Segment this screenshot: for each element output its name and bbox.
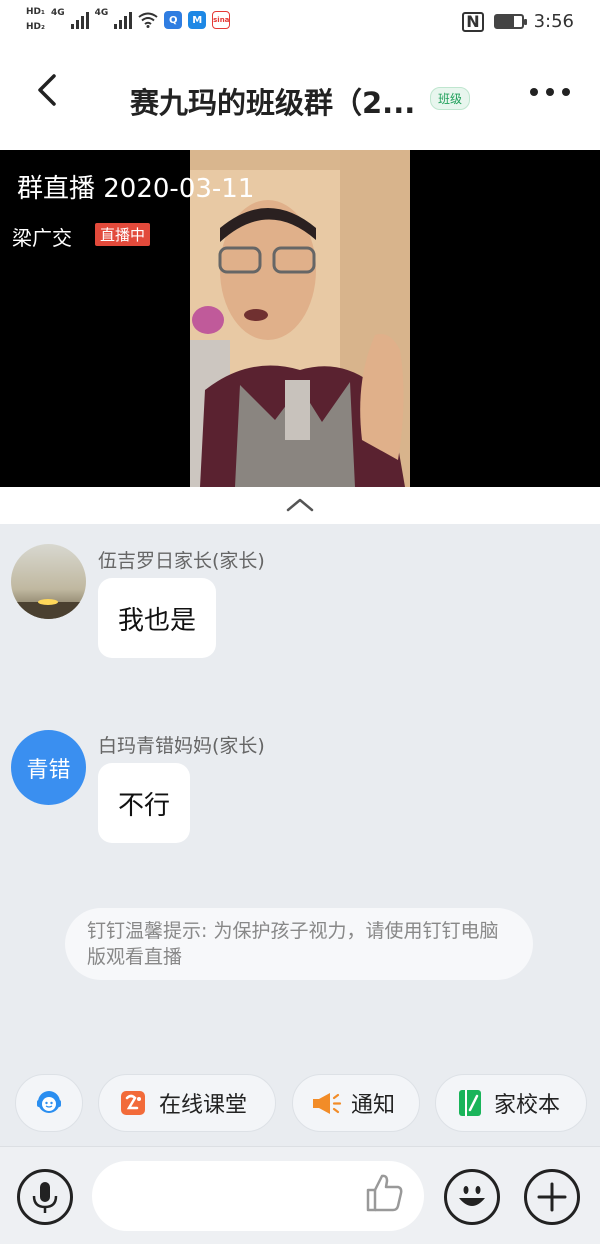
signal-icon [70, 11, 89, 29]
collapse-bar [0, 487, 600, 524]
homework-book-button[interactable]: 家校本 [435, 1074, 587, 1132]
sender-name: 伍吉罗日家长(家长) [98, 550, 265, 572]
plus-icon [537, 1182, 567, 1212]
emoji-button[interactable] [444, 1169, 500, 1225]
avatar-sunset-icon[interactable] [11, 544, 86, 619]
app-notification-icon: Q [164, 11, 183, 29]
battery-icon [493, 14, 527, 29]
network-label-2: 4G [94, 8, 109, 18]
status-icons-right: N 3:56 [462, 11, 574, 32]
host-name: 梁广交 [12, 226, 72, 250]
status-icons-left: HD₁ HD₂ 4G 4G Q M sina [26, 7, 231, 32]
microphone-icon [32, 1182, 58, 1213]
voice-input-button[interactable] [17, 1169, 73, 1225]
notice-button[interactable]: 通知 [292, 1074, 420, 1132]
online-class-label: 在线课堂 [159, 1093, 248, 1118]
clock: 3:56 [533, 11, 574, 32]
avatar[interactable]: 青错 [11, 730, 86, 805]
wifi-icon [138, 12, 158, 28]
homework-book-icon [459, 1090, 481, 1116]
smiley-icon [459, 1186, 485, 1206]
input-bar [0, 1146, 600, 1244]
nfc-icon: N [462, 11, 484, 32]
quick-actions-bar: 在线课堂 通知 家校本 [0, 1074, 600, 1134]
more-tools-button[interactable] [524, 1169, 580, 1225]
notice-label: 通知 [351, 1093, 396, 1118]
online-class-icon [121, 1091, 145, 1115]
status-bar: HD₁ HD₂ 4G 4G Q M sina N 3:56 [0, 0, 600, 46]
message-bubble[interactable]: 我也是 [98, 578, 217, 658]
weibo-notification-icon: sina [212, 11, 231, 29]
back-icon[interactable] [30, 70, 70, 110]
homework-book-label: 家校本 [494, 1093, 561, 1118]
megaphone-icon [313, 1093, 342, 1114]
hd2-indicator: HD₂ [26, 22, 45, 32]
live-video-player[interactable]: 群直播 2020-03-11 梁广交 直播中 [0, 150, 600, 487]
assistant-icon [37, 1091, 61, 1113]
thumbs-up-icon[interactable] [362, 1170, 406, 1214]
chevron-up-icon[interactable] [285, 497, 315, 513]
class-badge: 班级 [430, 87, 471, 110]
system-tip: 钉钉温馨提示: 为保护孩子视力，请使用钉钉电脑版观看直播 [65, 908, 533, 980]
sender-name: 白玛青错妈妈(家长) [98, 735, 265, 757]
online-class-button[interactable]: 在线课堂 [98, 1074, 276, 1132]
group-title[interactable]: 赛九玛的班级群（2... [130, 80, 415, 122]
live-title: 群直播 2020-03-11 [17, 174, 255, 204]
assistant-button[interactable] [15, 1074, 83, 1132]
signal-icon-2 [114, 11, 133, 29]
mail-notification-icon: M [188, 11, 207, 29]
title-bar: 赛九玛的班级群（2... 班级 [0, 46, 600, 150]
message-bubble[interactable]: 不行 [98, 763, 191, 843]
live-status-badge: 直播中 [95, 223, 151, 246]
hd1-indicator: HD₁ [26, 7, 45, 17]
more-options-icon[interactable] [530, 88, 570, 98]
network-label-1: 4G [50, 8, 65, 18]
